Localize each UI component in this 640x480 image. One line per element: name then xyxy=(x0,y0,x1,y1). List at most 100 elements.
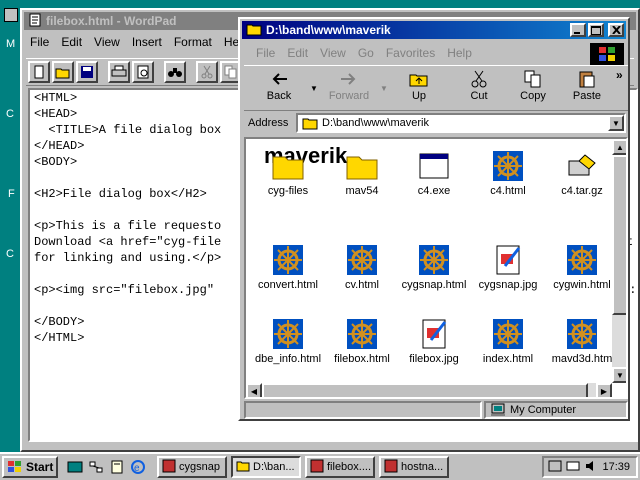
file-item[interactable]: c4.tar.gz xyxy=(546,149,618,197)
file-name: dbe_info.html xyxy=(254,353,322,365)
file-item[interactable]: index.html xyxy=(472,317,544,365)
file-item[interactable]: cyg-files xyxy=(252,149,324,197)
clipboard-icon xyxy=(579,71,595,88)
menu-go[interactable]: Go xyxy=(352,46,380,60)
file-item[interactable]: filebox.html xyxy=(326,317,398,365)
status-cell-empty xyxy=(244,401,482,419)
volume-speaker-icon[interactable] xyxy=(584,459,598,476)
task-label: filebox.... xyxy=(327,461,372,473)
scroll-up-icon[interactable]: ▲ xyxy=(612,139,626,155)
forward-button[interactable]: Forward xyxy=(324,70,374,108)
toolbar-overflow-chevron[interactable]: » xyxy=(616,68,623,82)
file-item[interactable]: filebox.jpg xyxy=(398,317,470,365)
menu-help[interactable]: Help xyxy=(441,46,478,60)
menu-insert[interactable]: Insert xyxy=(126,35,168,49)
maximize-button[interactable] xyxy=(588,23,604,37)
wordpad-title: filebox.html - WordPad xyxy=(46,14,177,28)
copy-button[interactable]: Copy xyxy=(508,70,558,108)
cut-icon[interactable] xyxy=(196,61,218,83)
html-wheel-icon xyxy=(345,243,379,277)
scroll-thumb[interactable] xyxy=(262,383,588,397)
scroll-down-icon[interactable]: ▼ xyxy=(612,367,626,383)
explorer-title: D:\band\www\maverik xyxy=(266,23,391,37)
file-item[interactable]: cygsnap.html xyxy=(398,243,470,291)
html-wheel-icon xyxy=(565,243,599,277)
file-item[interactable]: c4.exe xyxy=(398,149,470,197)
internet-explorer-icon[interactable]: e xyxy=(129,458,147,476)
task-button[interactable]: filebox.... xyxy=(305,456,375,478)
explorer-window[interactable]: D:\band\www\maverik File Edit View Go Fa… xyxy=(238,17,630,421)
task-button[interactable]: hostna... xyxy=(379,456,449,478)
horizontal-scrollbar[interactable]: ◀ ▶ xyxy=(246,383,612,397)
minimize-button[interactable] xyxy=(570,23,586,37)
paste-button[interactable]: Paste xyxy=(562,70,612,108)
menu-favorites[interactable]: Favorites xyxy=(380,46,441,60)
scroll-right-icon[interactable]: ▶ xyxy=(596,383,612,397)
file-item[interactable]: mavd3d.htm xyxy=(546,317,618,365)
vertical-scrollbar[interactable]: ▲ ▼ xyxy=(612,139,626,383)
menu-file[interactable]: File xyxy=(24,35,55,49)
desktop-label-fragment: M xyxy=(6,38,16,50)
print-preview-icon[interactable] xyxy=(132,61,154,83)
forward-dropdown-icon[interactable]: ▼ xyxy=(380,84,388,93)
menu-view[interactable]: View xyxy=(88,35,126,49)
desktop-show-icon[interactable] xyxy=(66,458,84,476)
menu-view[interactable]: View xyxy=(314,46,352,60)
file-item[interactable]: cv.html xyxy=(326,243,398,291)
up-button[interactable]: Up xyxy=(394,70,444,108)
notepad-icon[interactable] xyxy=(108,458,126,476)
explorer-titlebar[interactable]: D:\band\www\maverik xyxy=(242,21,626,39)
jpg-icon xyxy=(417,317,451,351)
file-name: cygwin.html xyxy=(553,279,611,291)
new-document-icon[interactable] xyxy=(28,61,50,83)
file-view[interactable]: maverik cyg-files mav54 c4.exe c4.html c4.ta… xyxy=(244,137,628,399)
tray-app-icon[interactable] xyxy=(548,459,562,476)
file-item[interactable]: dbe_info.html xyxy=(252,317,324,365)
start-button[interactable]: Start xyxy=(2,456,58,478)
find-binoculars-icon[interactable] xyxy=(164,61,186,83)
task-label: D:\ban... xyxy=(253,461,295,473)
file-item[interactable]: cygwin.html xyxy=(546,243,618,291)
wordpad-icon xyxy=(310,459,324,476)
menu-file[interactable]: File xyxy=(250,46,281,60)
file-name: c4.exe xyxy=(417,185,451,197)
close-button[interactable] xyxy=(608,23,624,37)
desktop-icon-fragment[interactable] xyxy=(4,8,18,22)
back-button[interactable]: Back xyxy=(254,70,304,108)
address-field[interactable]: D:\band\www\maverik ▼ xyxy=(296,113,626,133)
window-controls xyxy=(570,23,624,37)
task-button[interactable]: cygsnap xyxy=(157,456,227,478)
scissors-icon xyxy=(471,70,487,88)
desktop-label-fragment: C xyxy=(6,108,14,120)
task-button[interactable]: D:\ban... xyxy=(231,456,301,478)
menu-format[interactable]: Format xyxy=(168,35,218,49)
file-name: mavd3d.htm xyxy=(551,353,613,365)
clock[interactable]: 17:39 xyxy=(602,461,630,473)
print-icon[interactable] xyxy=(108,61,130,83)
up-folder-icon xyxy=(409,74,428,87)
address-dropdown-icon[interactable]: ▼ xyxy=(608,115,624,131)
menu-edit[interactable]: Edit xyxy=(281,46,314,60)
svg-text:e: e xyxy=(134,463,140,474)
open-folder-icon[interactable] xyxy=(52,61,74,83)
back-dropdown-icon[interactable]: ▼ xyxy=(310,84,318,93)
address-bar: Address D:\band\www\maverik ▼ xyxy=(244,112,628,134)
windows-flag-icon xyxy=(8,461,21,472)
address-value: D:\band\www\maverik xyxy=(322,117,429,129)
file-item[interactable]: cygsnap.jpg xyxy=(472,243,544,291)
save-disk-icon[interactable] xyxy=(76,61,98,83)
cut-button[interactable]: Cut xyxy=(454,70,504,108)
html-wheel-icon xyxy=(345,317,379,351)
file-name: mav54 xyxy=(345,185,379,197)
file-item[interactable]: convert.html xyxy=(252,243,324,291)
file-item[interactable]: c4.html xyxy=(472,149,544,197)
scroll-left-icon[interactable]: ◀ xyxy=(246,383,262,397)
folder-icon xyxy=(302,118,318,130)
file-item[interactable]: mav54 xyxy=(326,149,398,197)
menu-edit[interactable]: Edit xyxy=(55,35,88,49)
jpg-icon xyxy=(491,243,525,277)
html-wheel-icon xyxy=(491,149,525,183)
network-icon[interactable] xyxy=(87,458,105,476)
tray-keyboard-icon[interactable] xyxy=(566,459,580,476)
scroll-thumb[interactable] xyxy=(612,155,626,315)
